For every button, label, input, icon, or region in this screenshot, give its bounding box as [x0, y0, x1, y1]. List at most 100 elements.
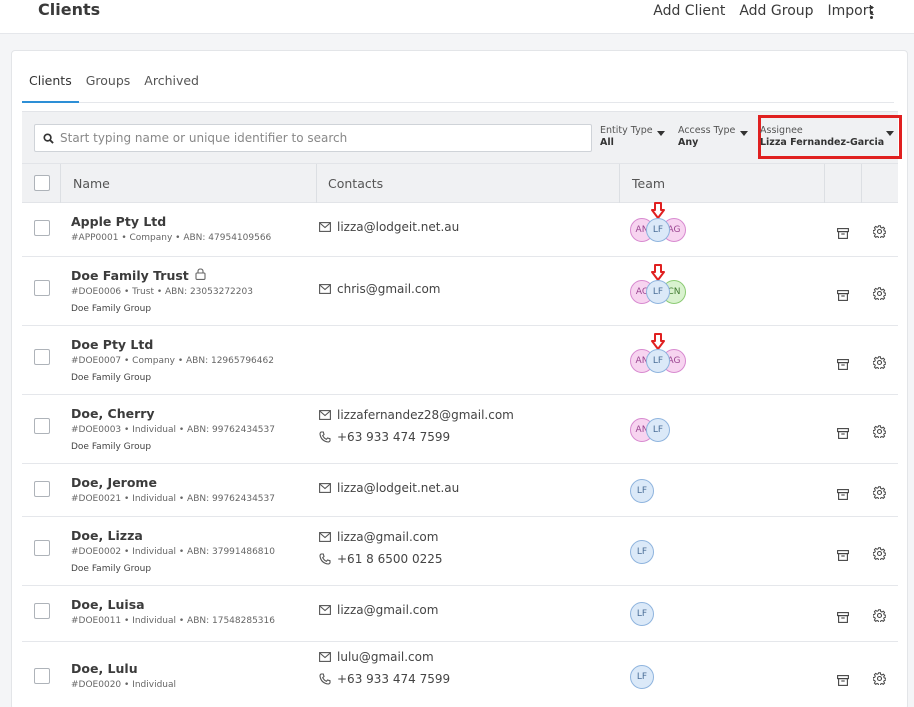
team-avatars: AN LF AG [630, 202, 686, 242]
gear-icon[interactable] [872, 607, 887, 626]
archive-icon[interactable] [837, 286, 849, 305]
table-row[interactable]: Doe Pty Ltd #DOE0007 • Company • ABN: 129… [22, 326, 898, 395]
column-divider [60, 164, 61, 204]
more-options-icon[interactable] [866, 4, 876, 21]
search-input[interactable] [60, 131, 591, 145]
tab-archived[interactable]: Archived [137, 73, 206, 103]
contact-email[interactable]: lizza@lodgeit.net.au [319, 481, 459, 495]
tab-clients[interactable]: Clients [22, 73, 79, 103]
table-row[interactable]: Doe, Cherry #DOE0003 • Individual • ABN: … [22, 395, 898, 464]
archive-icon[interactable] [837, 671, 849, 690]
contact-text: lizza@lodgeit.net.au [337, 481, 460, 495]
assignee-filter[interactable]: Assignee Lizza Fernandez-Garcia [760, 125, 894, 149]
archive-icon[interactable] [837, 224, 849, 243]
archive-icon[interactable] [837, 608, 849, 627]
phone-icon [319, 431, 331, 443]
row-checkbox[interactable] [34, 603, 50, 619]
gear-icon[interactable] [872, 423, 887, 442]
search-icon [43, 132, 54, 144]
client-name[interactable]: Doe, Cherry [71, 406, 155, 421]
contact-phone[interactable]: +63 933 474 7599 [319, 672, 450, 686]
avatar[interactable]: LF [630, 540, 654, 564]
row-checkbox[interactable] [34, 280, 50, 296]
column-header-contacts[interactable]: Contacts [328, 164, 383, 204]
add-client-button[interactable]: Add Client [653, 3, 725, 19]
contact-email[interactable]: chris@gmail.com [319, 282, 441, 296]
archive-icon[interactable] [837, 424, 849, 443]
client-meta: #DOE0006 • Trust • ABN: 23053272203 [71, 287, 253, 297]
email-icon [319, 532, 331, 542]
add-group-button[interactable]: Add Group [739, 3, 813, 19]
avatar[interactable]: LF [630, 479, 654, 503]
row-checkbox[interactable] [34, 668, 50, 684]
client-name[interactable]: Doe, Lizza [71, 528, 143, 543]
archive-icon[interactable] [837, 485, 849, 504]
table-row[interactable]: Doe, Lulu #DOE0020 • Individual lulu@gmail… [22, 642, 898, 707]
contact-phone[interactable]: +61 8 6500 0225 [319, 552, 442, 566]
avatar[interactable]: LF [646, 418, 670, 442]
search-box [34, 124, 592, 152]
archive-icon[interactable] [837, 546, 849, 565]
top-bar: Clients Add Client Add Group Import [0, 0, 914, 34]
contact-email[interactable]: lizza@lodgeit.net.au [319, 220, 459, 234]
contact-text: lizzafernandez28@gmail.com [337, 408, 514, 422]
tab-bar: Clients Groups Archived [22, 73, 894, 103]
avatar[interactable]: LF [630, 665, 654, 689]
avatar[interactable]: LF [646, 280, 670, 304]
archive-icon[interactable] [837, 355, 849, 374]
contact-text: lizza@lodgeit.net.au [337, 220, 460, 234]
client-meta: #DOE0011 • Individual • ABN: 17548285316 [71, 616, 275, 626]
table-row[interactable]: Doe, Jerome #DOE0021 • Individual • ABN: … [22, 464, 898, 517]
contact-email[interactable]: lizza@gmail.com [319, 603, 438, 617]
gear-icon[interactable] [872, 354, 887, 373]
column-header-name[interactable]: Name [73, 164, 110, 204]
contact-email[interactable]: lizza@gmail.com [319, 530, 438, 544]
client-meta: #DOE0002 • Individual • ABN: 37991486810 [71, 547, 275, 557]
table-row[interactable]: Doe, Lizza #DOE0002 • Individual • ABN: 3… [22, 517, 898, 586]
gear-icon[interactable] [872, 285, 887, 304]
avatar[interactable]: LF [646, 218, 670, 242]
row-checkbox[interactable] [34, 540, 50, 556]
client-group: Doe Family Group [71, 564, 152, 574]
client-name-text: Doe Family Trust [71, 268, 189, 283]
access-type-filter[interactable]: Access Type Any [678, 125, 750, 149]
avatar[interactable]: LF [630, 602, 654, 626]
contact-text: chris@gmail.com [337, 282, 441, 296]
chevron-down-icon [740, 131, 748, 136]
access-type-value: Any [678, 137, 699, 148]
avatar[interactable]: LF [646, 349, 670, 373]
contact-text: +63 933 474 7599 [337, 672, 451, 686]
client-name[interactable]: Doe, Lulu [71, 661, 138, 676]
client-name[interactable]: Apple Pty Ltd [71, 214, 166, 229]
column-header-team[interactable]: Team [632, 164, 665, 204]
team-avatars: LF [630, 479, 654, 503]
team-avatars: AN LF [630, 418, 670, 442]
row-checkbox[interactable] [34, 220, 50, 236]
team-avatars: LF [630, 602, 654, 626]
row-checkbox[interactable] [34, 418, 50, 434]
email-icon [319, 284, 331, 294]
gear-icon[interactable] [872, 484, 887, 503]
table-row[interactable]: Apple Pty Ltd #APP0001 • Company • ABN: 4… [22, 202, 898, 257]
gear-icon[interactable] [872, 670, 887, 689]
contact-email[interactable]: lulu@gmail.com [319, 650, 434, 664]
client-meta: #DOE0021 • Individual • ABN: 99762434537 [71, 494, 275, 504]
client-name-text: Doe, Jerome [71, 475, 157, 490]
client-name[interactable]: Doe, Jerome [71, 475, 157, 490]
row-checkbox[interactable] [34, 349, 50, 365]
gear-icon[interactable] [872, 223, 887, 242]
table-row[interactable]: Doe, Luisa #DOE0011 • Individual • ABN: 1… [22, 586, 898, 642]
entity-type-filter[interactable]: Entity Type All [600, 125, 666, 149]
contact-text: lizza@gmail.com [337, 603, 439, 617]
client-meta: #DOE0003 • Individual • ABN: 99762434537 [71, 425, 275, 435]
client-name[interactable]: Doe Pty Ltd [71, 337, 153, 352]
contact-email[interactable]: lizzafernandez28@gmail.com [319, 408, 514, 422]
select-all-checkbox[interactable] [34, 175, 50, 191]
row-checkbox[interactable] [34, 481, 50, 497]
table-row[interactable]: Doe Family Trust #DOE0006 • Trust • ABN: … [22, 257, 898, 326]
client-name[interactable]: Doe Family Trust [71, 268, 206, 283]
gear-icon[interactable] [872, 545, 887, 564]
contact-phone[interactable]: +63 933 474 7599 [319, 430, 450, 444]
tab-groups[interactable]: Groups [79, 73, 138, 103]
client-name[interactable]: Doe, Luisa [71, 597, 145, 612]
